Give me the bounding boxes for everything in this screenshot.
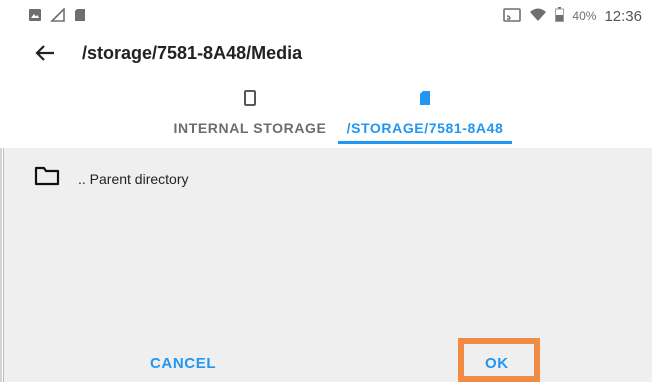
left-edge-divider — [0, 148, 2, 382]
tab-label: /STORAGE/7581-8A48 — [346, 120, 504, 136]
storage-tabs: INTERNAL STORAGE /STORAGE/7581-8A48 — [0, 80, 652, 148]
list-item[interactable]: .. Parent directory — [34, 166, 189, 191]
cast-screen-icon — [503, 7, 522, 25]
directory-list: .. Parent directory — [4, 148, 652, 382]
page-title: /storage/7581-8A48/Media — [82, 43, 303, 63]
back-button[interactable] — [34, 42, 58, 66]
status-icons-right: 40% 12:36 — [503, 7, 642, 25]
battery-percent: 40% — [572, 9, 597, 23]
image-icon — [28, 8, 42, 27]
tab-internal-storage[interactable]: INTERNAL STORAGE — [170, 80, 330, 148]
tab-sdcard-storage[interactable]: /STORAGE/7581-8A48 — [338, 80, 512, 148]
arrow-left-icon — [34, 45, 56, 68]
cancel-button[interactable]: CANCEL — [150, 355, 216, 372]
folder-icon — [34, 166, 60, 191]
signal-triangle-icon — [50, 7, 66, 27]
list-item-label: .. Parent directory — [78, 170, 189, 187]
phone-icon — [244, 90, 256, 111]
status-icons-left — [28, 7, 86, 27]
clock: 12:36 — [604, 7, 642, 25]
sdcard-icon — [419, 90, 431, 111]
status-bar: 40% 12:36 — [0, 0, 652, 30]
sdcard-icon — [74, 8, 86, 27]
wifi-icon — [529, 8, 547, 25]
tab-label: INTERNAL STORAGE — [173, 120, 327, 136]
battery-icon — [555, 7, 565, 25]
ok-button[interactable]: OK — [485, 355, 509, 372]
selected-tab-indicator — [338, 141, 512, 144]
